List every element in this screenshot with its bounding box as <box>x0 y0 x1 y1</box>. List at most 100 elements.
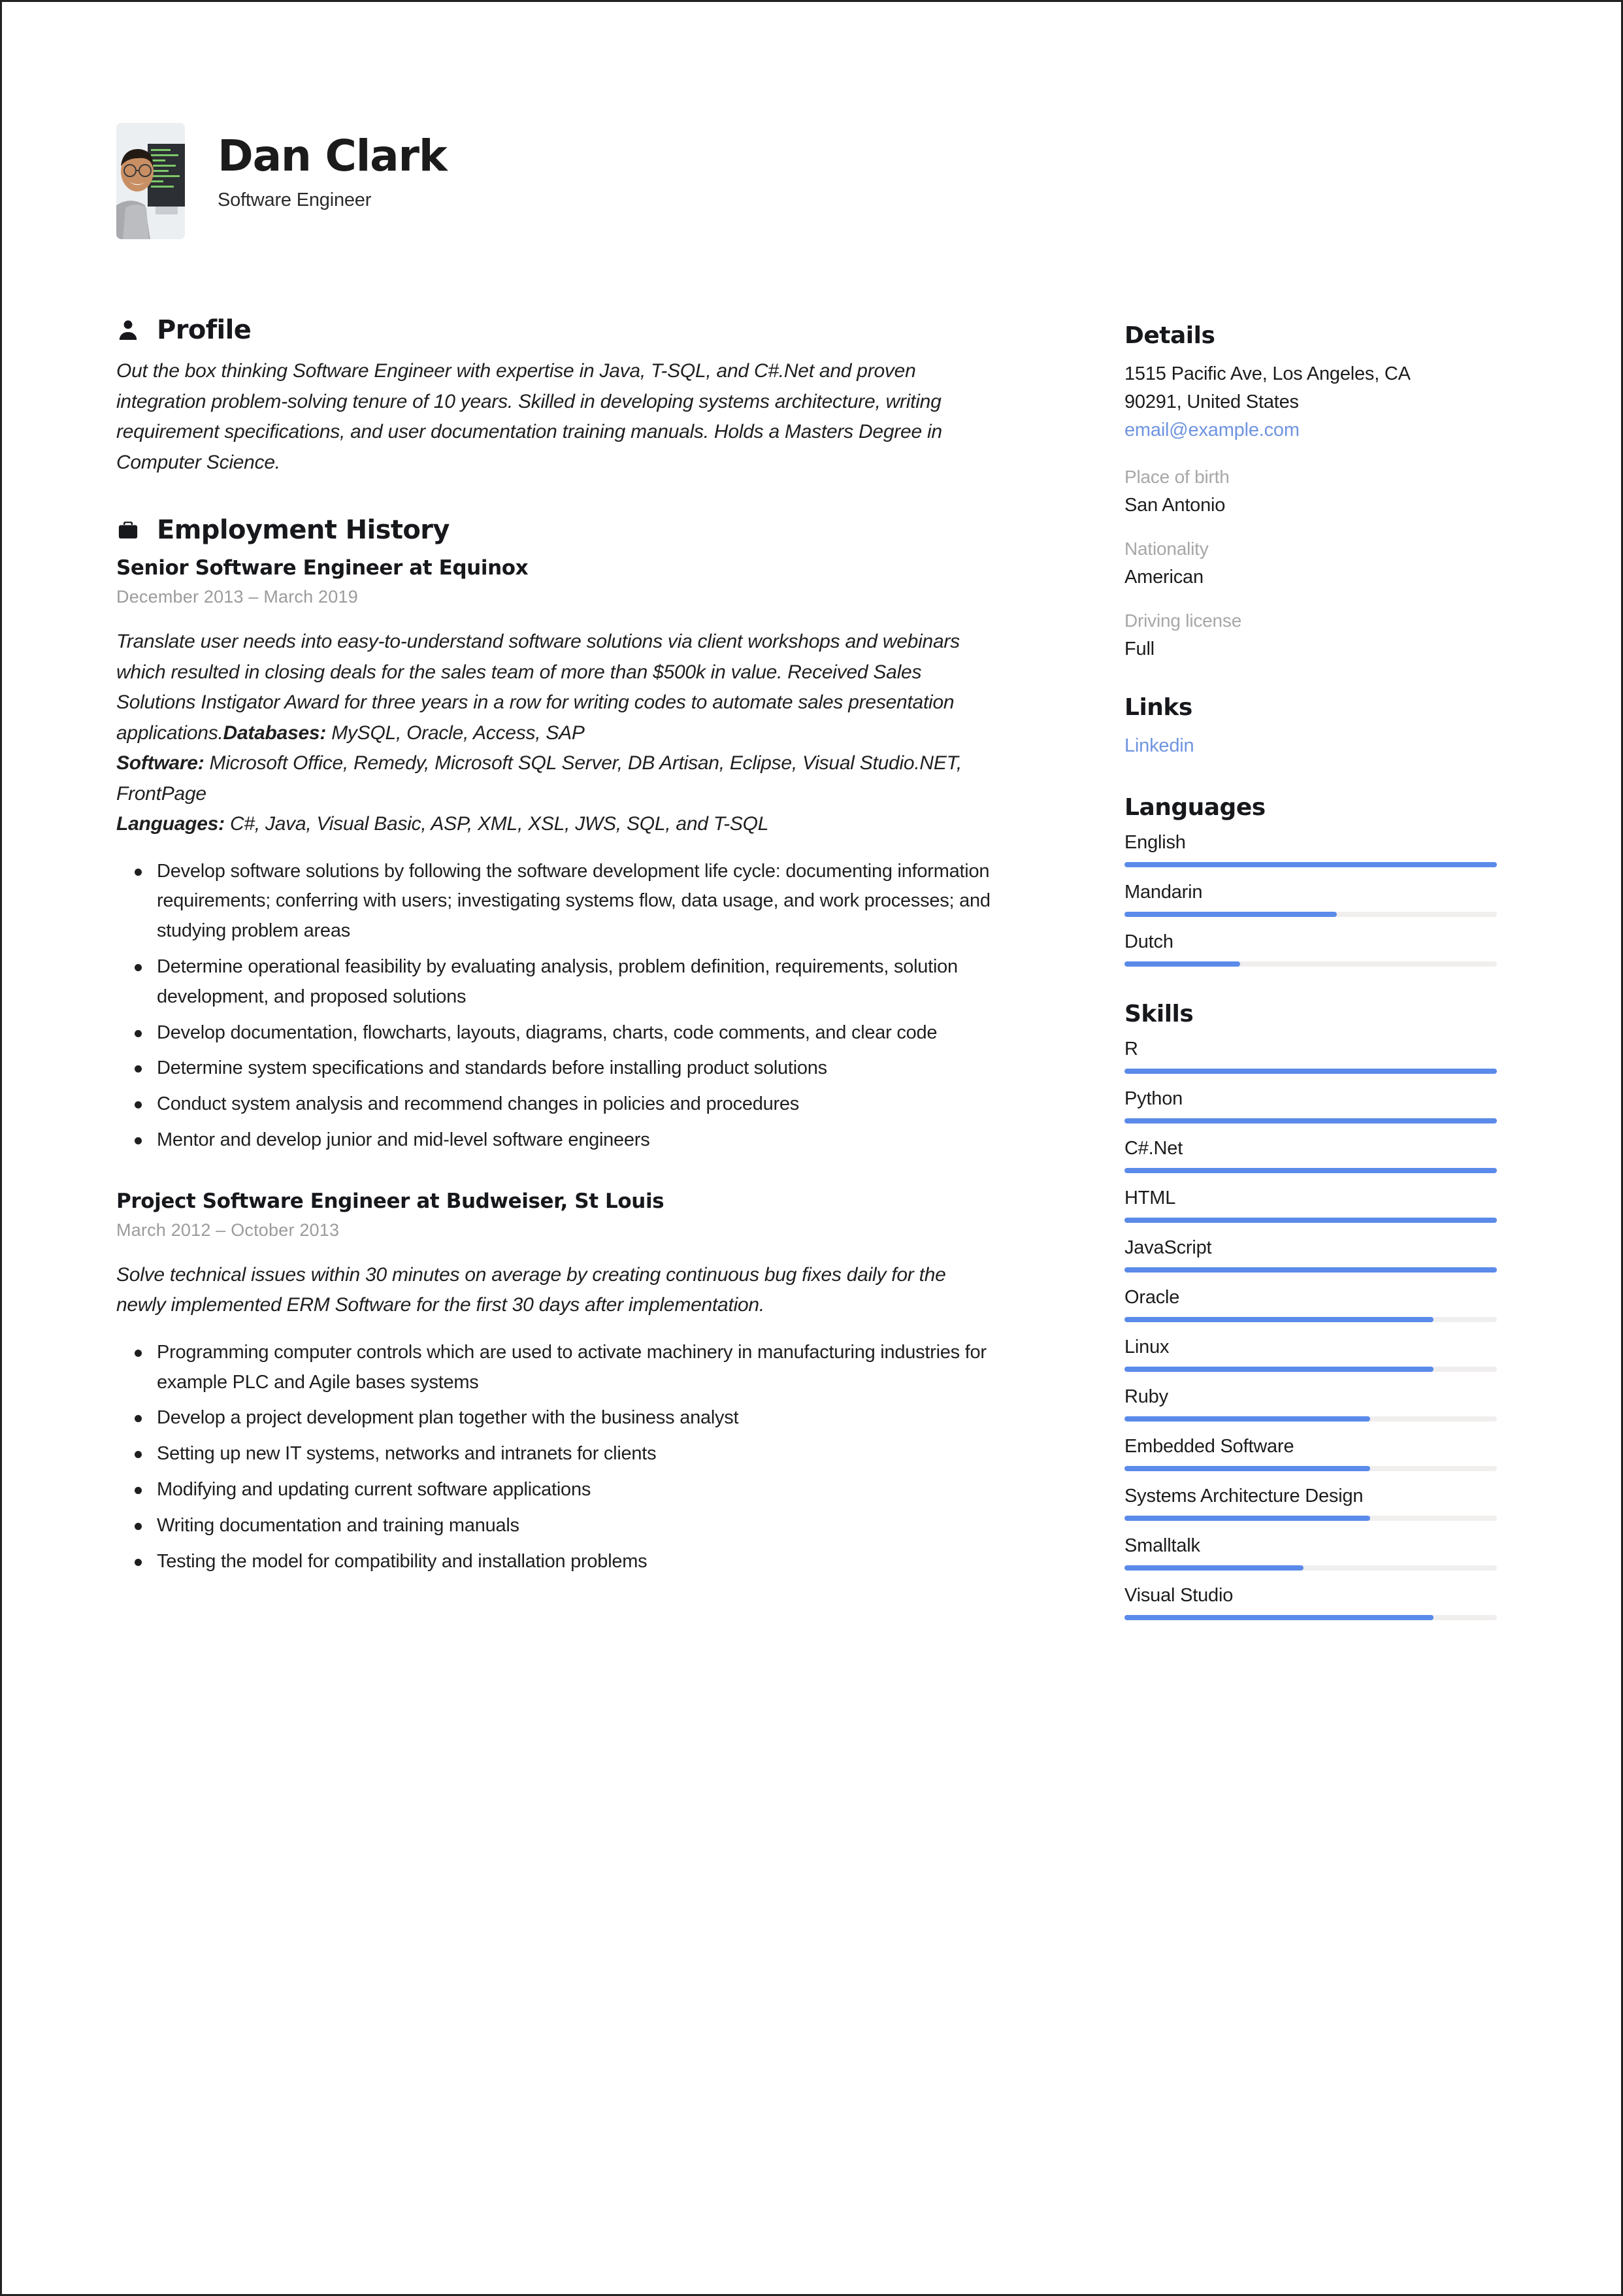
rating-track <box>1124 1565 1497 1571</box>
employment-heading: Employment History <box>157 515 450 545</box>
rating-fill <box>1124 1167 1497 1173</box>
details-heading: Details <box>1124 322 1215 349</box>
links-heading: Links <box>1124 693 1192 721</box>
job-bullet-list: Programming computer controls which are … <box>116 1338 992 1577</box>
detail-field: Place of birth San Antonio <box>1124 467 1503 516</box>
detail-label: Driving license <box>1124 610 1242 631</box>
list-item: Setting up new IT systems, networks and … <box>116 1439 992 1469</box>
skill-rating: Visual Studio <box>1124 1585 1503 1620</box>
list-item: Writing documentation and training manua… <box>116 1511 992 1541</box>
avatar <box>116 123 185 239</box>
skill-name: R <box>1124 1038 1138 1059</box>
software-label: Software: <box>116 752 205 774</box>
job-dates: March 2012 – October 2013 <box>116 1220 340 1240</box>
list-item: Mentor and develop junior and mid-level … <box>116 1125 992 1156</box>
skill-rating: Embedded Software <box>1124 1436 1503 1471</box>
languages-heading: Languages <box>1124 793 1266 821</box>
section-links: Links Linkedin <box>1124 694 1503 760</box>
skill-rating: Oracle <box>1124 1287 1503 1322</box>
skill-name: Smalltalk <box>1124 1535 1200 1556</box>
page-title: Dan Clark <box>218 131 448 181</box>
rating-fill <box>1124 1465 1371 1471</box>
list-item: Develop software solutions by following … <box>116 857 992 946</box>
skill-rating: C#.Net <box>1124 1138 1503 1173</box>
address-line-2: 90291, United States <box>1124 391 1299 412</box>
detail-value: Full <box>1124 638 1155 659</box>
databases-label: Databases: <box>223 722 327 744</box>
skill-name: JavaScript <box>1124 1237 1212 1258</box>
skill-name: C#.Net <box>1124 1137 1183 1159</box>
rating-track <box>1124 1118 1497 1123</box>
employment-section-header: Employment History <box>116 516 1051 544</box>
skill-rating: Ruby <box>1124 1386 1503 1422</box>
email-link[interactable]: email@example.com <box>1124 416 1503 444</box>
main-column: Profile Out the box thinking Software En… <box>116 316 1051 1583</box>
detail-label: Place of birth <box>1124 466 1230 487</box>
skill-name: Embedded Software <box>1124 1435 1294 1457</box>
rating-fill <box>1124 1565 1303 1571</box>
list-item: Modifying and updating current software … <box>116 1475 992 1505</box>
rating-fill <box>1124 1267 1497 1273</box>
skill-name: Oracle <box>1124 1286 1180 1308</box>
list-item: Programming computer controls which are … <box>116 1338 992 1398</box>
language-name: Dutch <box>1124 931 1173 952</box>
rating-fill <box>1124 1416 1371 1422</box>
rating-track <box>1124 1515 1497 1521</box>
profile-heading: Profile <box>157 315 252 345</box>
skills-heading: Skills <box>1124 1000 1194 1027</box>
rating-track <box>1124 911 1497 917</box>
job-bullet-list: Develop software solutions by following … <box>116 857 992 1156</box>
skill-rating: Linux <box>1124 1337 1503 1372</box>
list-item: Develop documentation, flowcharts, layou… <box>116 1018 992 1048</box>
rating-fill <box>1124 1068 1497 1074</box>
profile-section-header: Profile <box>116 316 1051 344</box>
skill-rating: Python <box>1124 1088 1503 1123</box>
section-details: Details 1515 Pacific Ave, Los Angeles, C… <box>1124 322 1503 660</box>
section-employment: Employment History Senior Software Engin… <box>116 516 1051 1577</box>
skill-rating: JavaScript <box>1124 1237 1503 1273</box>
skill-rating: Systems Architecture Design <box>1124 1486 1503 1521</box>
rating-fill <box>1124 1614 1434 1620</box>
profile-text: Out the box thinking Software Engineer w… <box>116 360 942 473</box>
detail-field: Driving license Full <box>1124 610 1503 660</box>
section-profile: Profile Out the box thinking Software En… <box>116 316 1051 478</box>
resume-header: Dan Clark Software Engineer <box>116 123 448 239</box>
rating-fill <box>1124 861 1497 867</box>
rating-fill <box>1124 1515 1371 1521</box>
detail-value: San Antonio <box>1124 494 1226 516</box>
databases-value: MySQL, Oracle, Access, SAP <box>326 722 585 744</box>
section-languages: Languages English Mandarin Dutch <box>1124 794 1503 967</box>
link-linkedin[interactable]: Linkedin <box>1124 732 1503 760</box>
skill-rating: R <box>1124 1039 1503 1074</box>
skill-name: Linux <box>1124 1336 1170 1357</box>
rating-fill <box>1124 1366 1434 1372</box>
job-summary: Translate user needs into easy-to-unders… <box>116 627 985 840</box>
rating-track <box>1124 1416 1497 1422</box>
skill-rating: HTML <box>1124 1188 1503 1223</box>
rating-track <box>1124 1267 1497 1273</box>
language-rating: English <box>1124 832 1503 867</box>
section-skills: Skills R Python C#.Net HTML JavaScript O… <box>1124 1001 1503 1620</box>
list-item: Determine operational feasibility by eva… <box>116 952 992 1012</box>
language-rating: Dutch <box>1124 931 1503 967</box>
rating-fill <box>1124 1118 1497 1123</box>
skill-name: Ruby <box>1124 1386 1168 1407</box>
software-value: Microsoft Office, Remedy, Microsoft SQL … <box>116 752 962 805</box>
skill-name: Python <box>1124 1088 1183 1109</box>
language-rating: Mandarin <box>1124 882 1503 917</box>
skill-name: HTML <box>1124 1187 1176 1208</box>
skill-name: Systems Architecture Design <box>1124 1485 1364 1506</box>
languages-label: Languages: <box>116 813 225 835</box>
detail-label: Nationality <box>1124 538 1209 559</box>
rating-fill <box>1124 1316 1434 1322</box>
sidebar: Details 1515 Pacific Ave, Los Angeles, C… <box>1124 322 1503 1635</box>
list-item: Determine system specifications and stan… <box>116 1054 992 1084</box>
detail-value: American <box>1124 566 1204 588</box>
rating-fill <box>1124 1217 1497 1223</box>
employment-entry: Senior Software Engineer at Equinox Dece… <box>116 556 1051 1156</box>
rating-track <box>1124 1167 1497 1173</box>
rating-track <box>1124 1465 1497 1471</box>
rating-track <box>1124 961 1497 967</box>
language-name: English <box>1124 831 1186 853</box>
job-summary: Solve technical issues within 30 minutes… <box>116 1263 946 1316</box>
